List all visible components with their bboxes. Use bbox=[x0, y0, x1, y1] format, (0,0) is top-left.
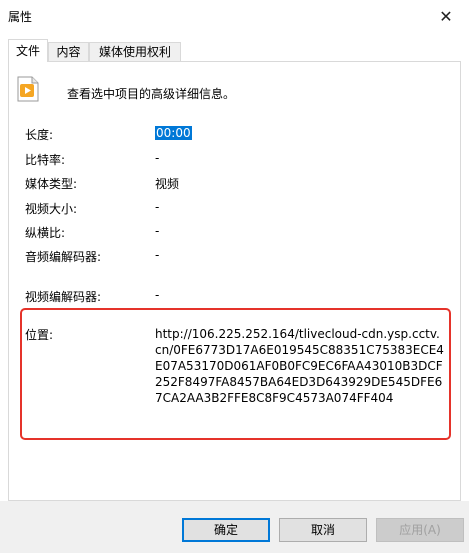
label-location: 位置: bbox=[25, 328, 54, 342]
value-video-size[interactable]: - bbox=[155, 200, 159, 214]
value-aspect-ratio[interactable]: - bbox=[155, 224, 159, 238]
ok-button[interactable]: 确定 bbox=[182, 518, 270, 542]
close-icon: ✕ bbox=[439, 6, 453, 26]
value-audio-codec[interactable]: - bbox=[155, 248, 159, 262]
label-video-size: 视频大小: bbox=[25, 202, 78, 216]
apply-button[interactable]: 应用(A) bbox=[376, 518, 464, 542]
tab-content[interactable]: 内容 bbox=[48, 42, 89, 61]
label-audio-codec: 音频编解码器: bbox=[25, 250, 102, 264]
tab-file[interactable]: 文件 bbox=[8, 39, 48, 62]
tab-strip: 文件 内容 媒体使用权利 bbox=[8, 39, 461, 62]
cancel-button[interactable]: 取消 bbox=[279, 518, 367, 542]
value-length[interactable]: 00:00 bbox=[155, 126, 192, 140]
video-file-icon bbox=[17, 76, 39, 102]
label-media-type: 媒体类型: bbox=[25, 177, 78, 191]
value-media-type[interactable]: 视频 bbox=[155, 175, 179, 192]
value-location[interactable]: http://106.225.252.164/tlivecloud-cdn.ys… bbox=[155, 326, 445, 406]
header-description: 查看选中项目的高级详细信息。 bbox=[67, 87, 236, 101]
tab-media-rights[interactable]: 媒体使用权利 bbox=[89, 42, 181, 61]
value-video-codec[interactable]: - bbox=[155, 288, 159, 302]
close-button[interactable]: ✕ bbox=[423, 0, 469, 32]
value-bitrate[interactable]: - bbox=[155, 151, 159, 165]
label-length: 长度: bbox=[25, 128, 54, 142]
label-aspect-ratio: 纵横比: bbox=[25, 226, 66, 240]
value-length-text: 00:00 bbox=[155, 126, 192, 140]
label-bitrate: 比特率: bbox=[25, 153, 66, 167]
label-video-codec: 视频编解码器: bbox=[25, 290, 102, 304]
title-bar: 属性 ✕ bbox=[0, 0, 469, 32]
window-title: 属性 bbox=[8, 10, 33, 24]
